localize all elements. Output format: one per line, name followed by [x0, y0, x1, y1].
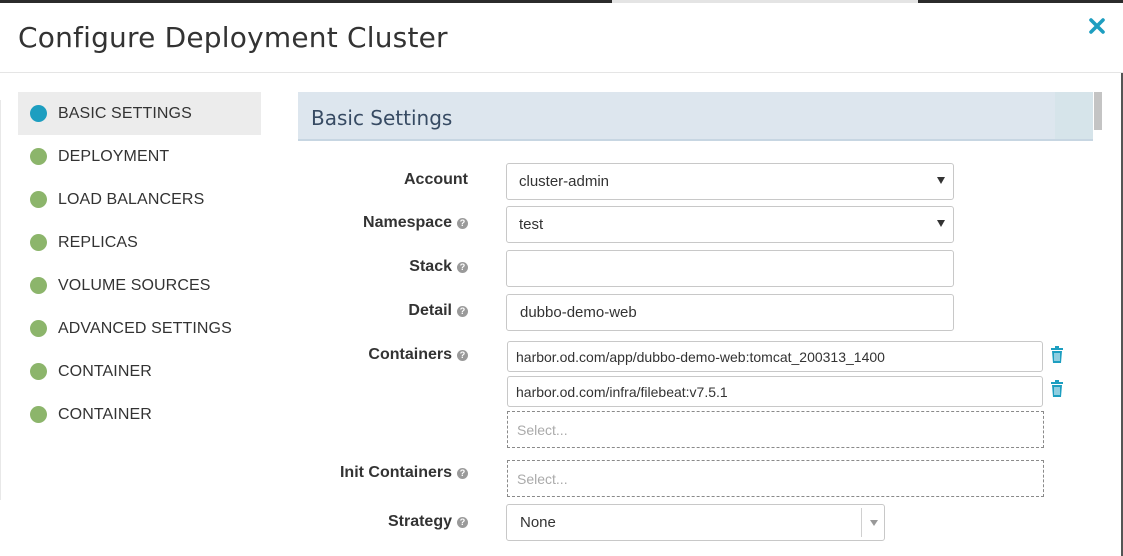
detail-label: Detail ? [408, 302, 468, 320]
status-dot-icon [30, 406, 47, 423]
close-icon[interactable] [1088, 17, 1106, 35]
sidebar-item-label: BASIC SETTINGS [58, 104, 192, 122]
account-select-value: cluster-admin [519, 173, 610, 190]
trash-icon[interactable] [1050, 380, 1064, 397]
sidebar-item-label: REPLICAS [58, 233, 138, 251]
status-dot-icon [30, 148, 47, 165]
scrollbar-thumb[interactable] [1094, 92, 1102, 130]
account-label-text: Account [404, 171, 468, 188]
namespace-label: Namespace ? [363, 214, 468, 232]
strategy-label-text: Strategy [387, 513, 452, 530]
detail-input[interactable] [506, 294, 954, 331]
help-icon[interactable]: ? [457, 516, 468, 528]
sidebar-item-label: CONTAINER [58, 405, 152, 423]
strategy-select-value: None [520, 514, 556, 531]
chevron-down-icon [937, 177, 945, 184]
sidebar-item-label: ADVANCED SETTINGS [58, 319, 232, 337]
init-containers-select-placeholder: Select... [517, 470, 568, 487]
status-dot-icon [30, 234, 47, 251]
select-divider [861, 508, 862, 537]
trash-icon[interactable] [1050, 346, 1064, 363]
section-title: Basic Settings [311, 106, 453, 130]
sidebar-item-load-balancers[interactable]: LOAD BALANCERS [18, 178, 261, 221]
sidebar-nav: BASIC SETTINGS DEPLOYMENT LOAD BALANCERS… [18, 92, 261, 436]
account-label: Account [404, 171, 468, 189]
help-icon[interactable]: ? [457, 261, 468, 273]
status-dot-icon [30, 191, 47, 208]
namespace-select-value: test [519, 216, 544, 233]
modal-title: Configure Deployment Cluster [18, 21, 448, 54]
container-item[interactable]: harbor.od.com/app/dubbo-demo-web:tomcat_… [507, 341, 1043, 372]
status-dot-icon [30, 277, 47, 294]
section-header-accent [1055, 92, 1093, 139]
sidebar-item-container-1[interactable]: CONTAINER [18, 350, 261, 393]
status-dot-icon [30, 363, 47, 380]
sidebar-item-label: DEPLOYMENT [58, 147, 170, 165]
help-icon[interactable]: ? [457, 349, 468, 361]
status-dot-icon [30, 105, 47, 122]
sidebar-item-volume-sources[interactable]: VOLUME SOURCES [18, 264, 261, 307]
namespace-label-text: Namespace [363, 214, 452, 231]
modal-header: Configure Deployment Cluster [0, 3, 1123, 73]
sidebar-item-replicas[interactable]: REPLICAS [18, 221, 261, 264]
account-select[interactable]: cluster-admin [506, 163, 954, 200]
init-containers-select[interactable]: Select... [507, 460, 1044, 497]
stack-input[interactable] [506, 250, 954, 287]
container-image-text: harbor.od.com/app/dubbo-demo-web:tomcat_… [516, 348, 885, 365]
init-containers-label: Init Containers ? [340, 464, 468, 482]
containers-label: Containers ? [368, 346, 468, 364]
container-image-text: harbor.od.com/infra/filebeat:v7.5.1 [516, 383, 728, 400]
sidebar-item-advanced-settings[interactable]: ADVANCED SETTINGS [18, 307, 261, 350]
containers-select-placeholder: Select... [517, 421, 568, 438]
status-dot-icon [30, 320, 47, 337]
chevron-down-icon [870, 520, 878, 526]
stack-label: Stack ? [409, 258, 468, 276]
help-icon[interactable]: ? [457, 467, 468, 479]
sidebar-item-label: CONTAINER [58, 362, 152, 380]
detail-label-text: Detail [408, 302, 452, 319]
containers-select[interactable]: Select... [507, 411, 1044, 448]
containers-label-text: Containers [368, 346, 452, 363]
strategy-label: Strategy ? [388, 513, 468, 531]
chevron-down-icon [937, 220, 945, 227]
help-icon[interactable]: ? [457, 305, 468, 317]
modal-left-border [0, 100, 1, 500]
container-item[interactable]: harbor.od.com/infra/filebeat:v7.5.1 [507, 376, 1043, 407]
namespace-select[interactable]: test [506, 206, 954, 243]
sidebar-item-container-2[interactable]: CONTAINER [18, 393, 261, 436]
sidebar-item-label: LOAD BALANCERS [58, 190, 205, 208]
sidebar-item-label: VOLUME SOURCES [58, 276, 211, 294]
help-icon[interactable]: ? [457, 217, 468, 229]
sidebar-item-deployment[interactable]: DEPLOYMENT [18, 135, 261, 178]
strategy-select[interactable]: None [506, 504, 885, 541]
section-header: Basic Settings [298, 92, 1093, 141]
stack-label-text: Stack [409, 258, 452, 275]
sidebar-item-basic-settings[interactable]: BASIC SETTINGS [18, 92, 261, 135]
init-containers-label-text: Init Containers [339, 464, 452, 481]
